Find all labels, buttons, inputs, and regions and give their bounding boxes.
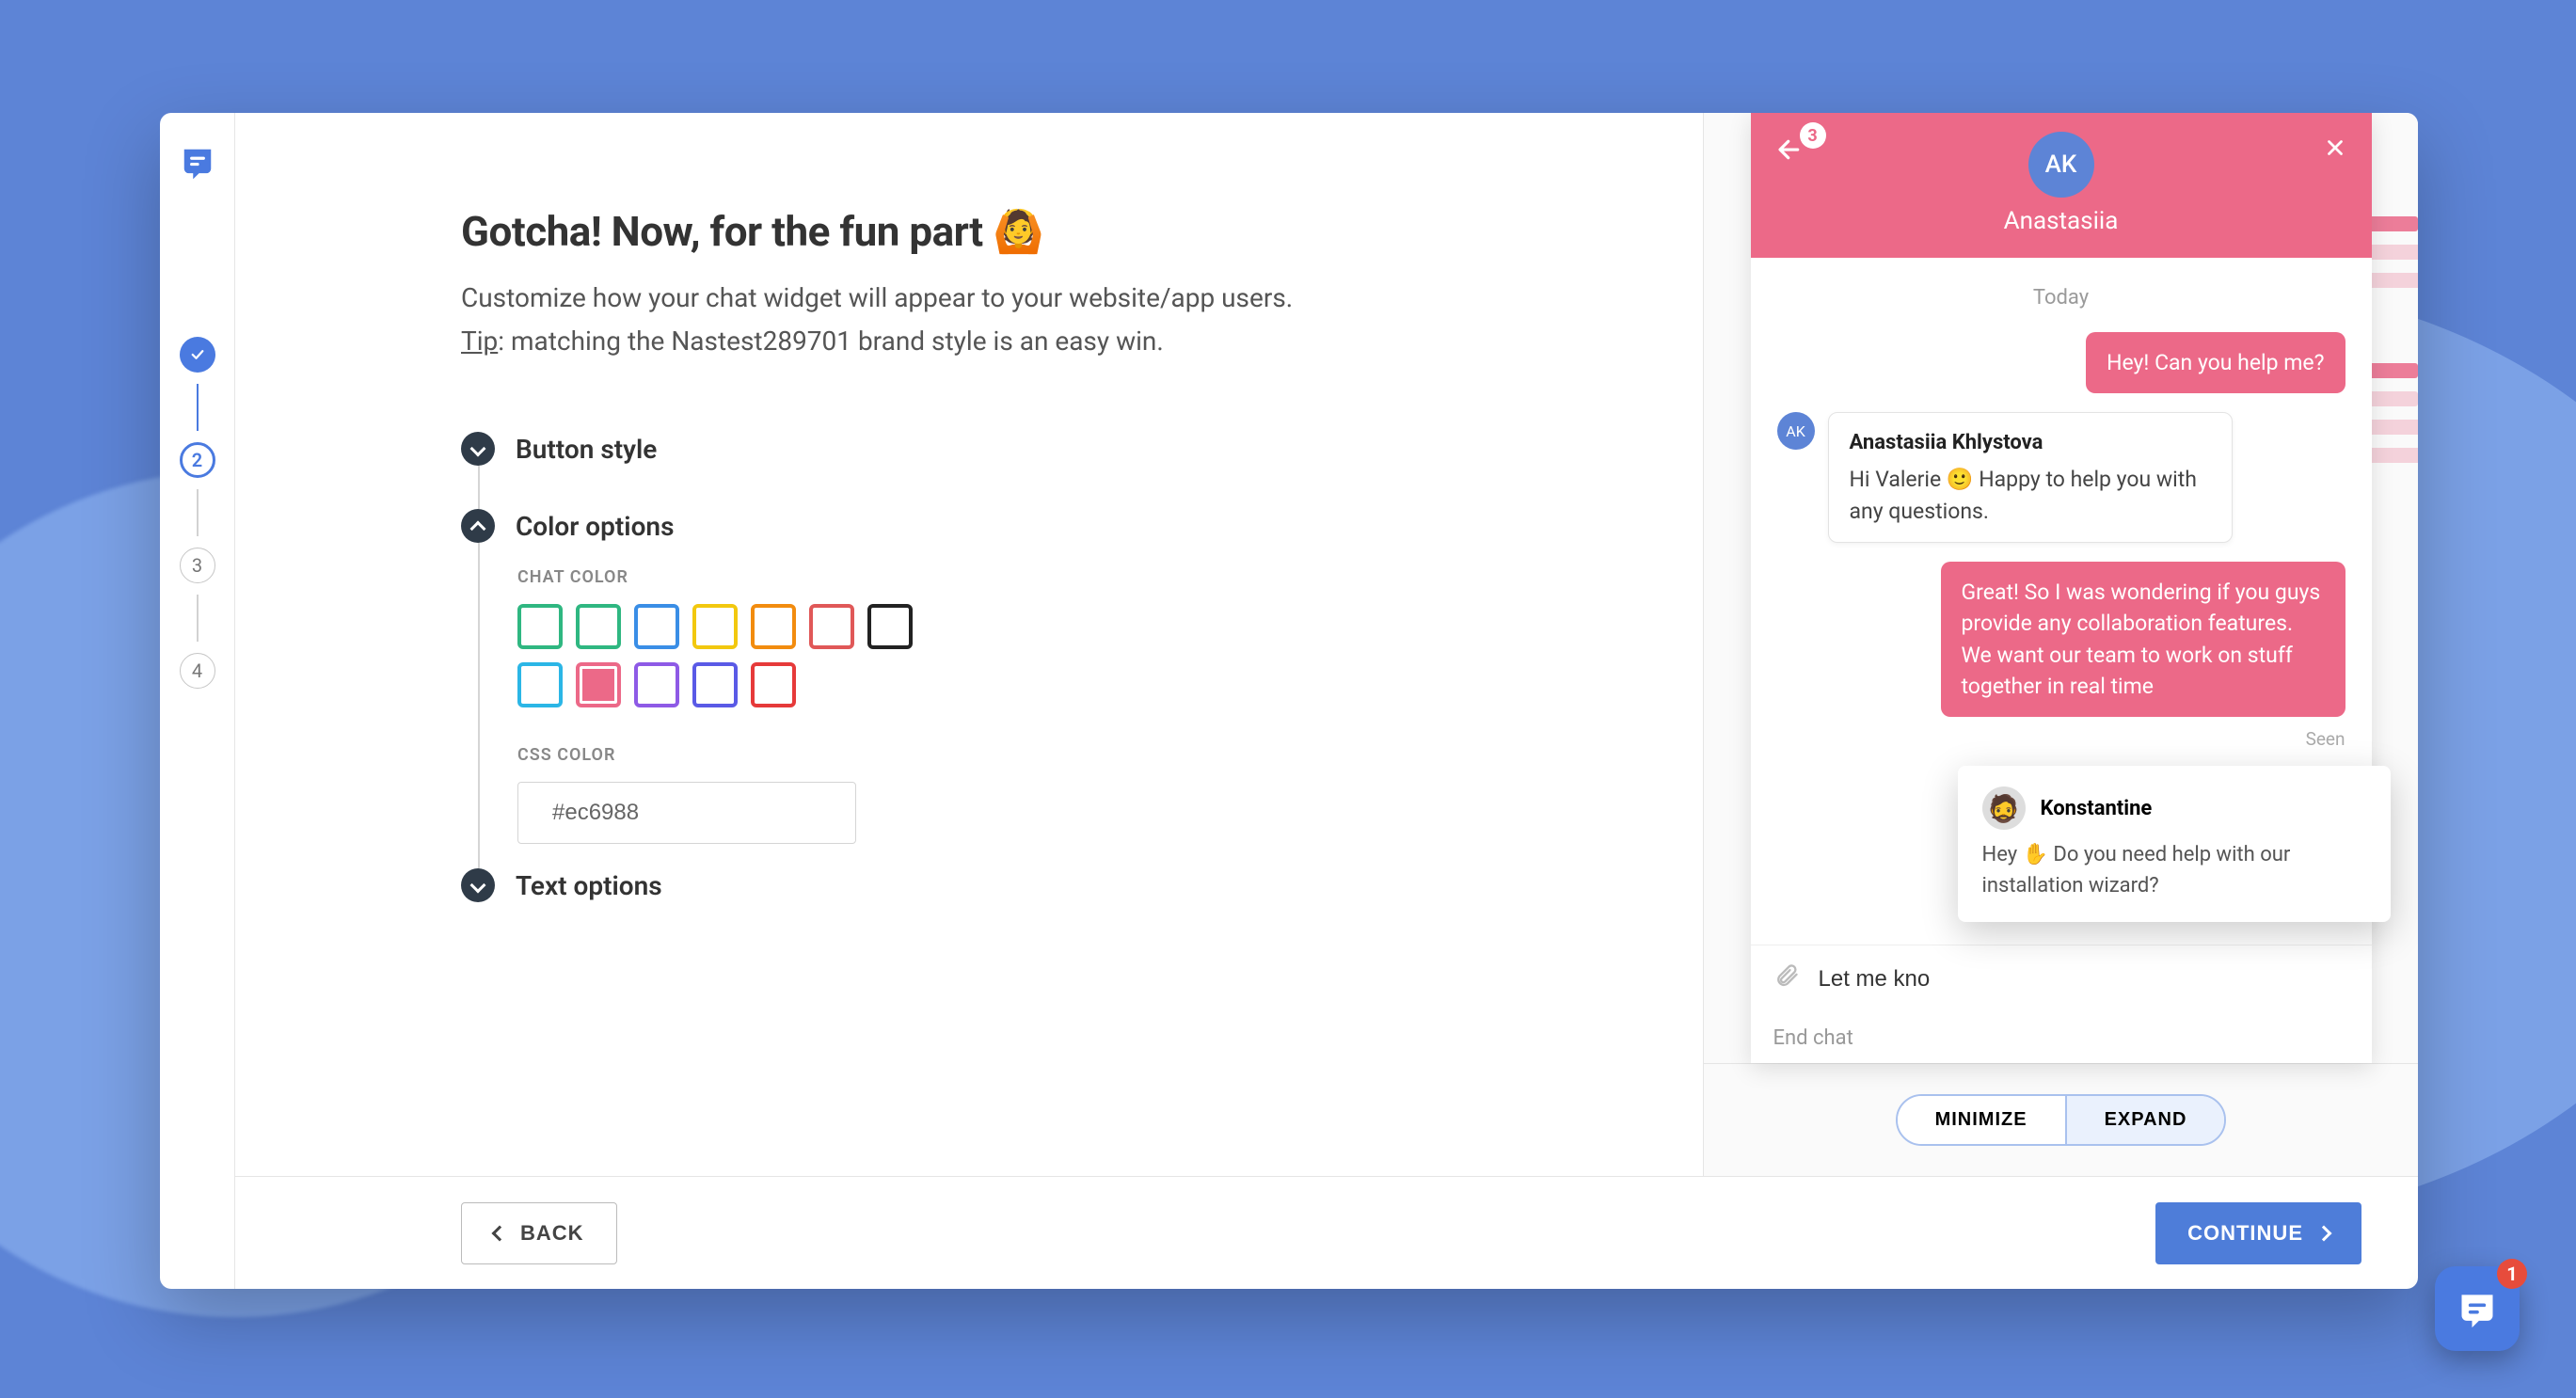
chevron-down-icon bbox=[470, 878, 486, 894]
color-swatch[interactable] bbox=[809, 604, 854, 649]
chevron-right-icon bbox=[2316, 1225, 2332, 1241]
toast-text: Hey ✋ Do you need help with our installa… bbox=[1982, 839, 2366, 901]
wizard-footer: BACK CONTINUE bbox=[235, 1176, 2418, 1289]
preview-pane: 3 AK Anastasiia Today Hey! Can you help … bbox=[1703, 113, 2418, 1176]
customize-pane: Gotcha! Now, for the fun part 🙆 Customiz… bbox=[235, 113, 1703, 1176]
wizard-step-4[interactable]: 4 bbox=[180, 653, 215, 689]
section-toggle-button-style[interactable] bbox=[461, 432, 495, 466]
color-swatch[interactable] bbox=[576, 604, 621, 649]
chat-message: Great! So I was wondering if you guys pr… bbox=[1777, 562, 2345, 717]
chat-message: Hey! Can you help me? bbox=[1777, 332, 2345, 393]
chat-widget-preview: 3 AK Anastasiia Today Hey! Can you help … bbox=[1751, 113, 2372, 1063]
attach-icon[interactable] bbox=[1773, 962, 1800, 996]
css-color-label: CSS COLOR bbox=[517, 745, 1590, 765]
message-avatar: AK bbox=[1777, 412, 1815, 450]
preview-footer: MINIMIZE EXPAND bbox=[1704, 1063, 2418, 1176]
color-swatch[interactable] bbox=[517, 604, 563, 649]
color-swatch[interactable] bbox=[751, 662, 796, 707]
app-window: 2 3 4 Gotcha! Now, for the fun part 🙆 Cu… bbox=[160, 113, 2418, 1289]
color-swatch[interactable] bbox=[517, 662, 563, 707]
help-toast[interactable]: 🧔 Konstantine Hey ✋ Do you need help wit… bbox=[1958, 766, 2391, 922]
chat-header: 3 AK Anastasiia bbox=[1751, 113, 2372, 258]
section-toggle-color-options[interactable] bbox=[461, 509, 495, 543]
color-swatch-grid bbox=[517, 604, 950, 707]
color-swatch[interactable] bbox=[634, 604, 679, 649]
chat-close-button[interactable] bbox=[2323, 135, 2347, 167]
continue-button[interactable]: CONTINUE bbox=[2155, 1202, 2361, 1264]
minimize-button[interactable]: MINIMIZE bbox=[1898, 1096, 2065, 1144]
color-swatch[interactable] bbox=[751, 604, 796, 649]
section-title-color-options: Color options bbox=[516, 511, 674, 542]
section-title-button-style: Button style bbox=[516, 434, 657, 465]
color-swatch[interactable] bbox=[692, 604, 738, 649]
page-tip: Tip: matching the Nastest289701 brand st… bbox=[461, 326, 1590, 357]
agent-avatar: AK bbox=[2028, 132, 2094, 198]
chevron-up-icon bbox=[470, 521, 486, 537]
css-color-text-field[interactable] bbox=[552, 800, 844, 826]
fab-badge: 1 bbox=[2497, 1259, 2527, 1289]
toast-avatar: 🧔 bbox=[1982, 786, 2026, 830]
wizard-sidebar: 2 3 4 bbox=[160, 113, 235, 1289]
wizard-step-2[interactable]: 2 bbox=[180, 442, 215, 478]
message-bubble: Hey! Can you help me? bbox=[2086, 332, 2345, 393]
chat-message: AK Anastasiia KhlystovaHi Valerie 🙂 Happy… bbox=[1777, 412, 2345, 543]
css-color-input[interactable] bbox=[517, 782, 856, 844]
message-bubble: Great! So I was wondering if you guys pr… bbox=[1941, 562, 2345, 717]
seen-label: Seen bbox=[1777, 728, 2345, 750]
unread-badge: 3 bbox=[1800, 122, 1826, 149]
page-title: Gotcha! Now, for the fun part 🙆 bbox=[461, 207, 1590, 256]
wizard-step-3[interactable]: 3 bbox=[180, 548, 215, 583]
color-swatch[interactable] bbox=[692, 662, 738, 707]
color-swatch[interactable] bbox=[576, 662, 621, 707]
message-bubble: Anastasiia KhlystovaHi Valerie 🙂 Happy t… bbox=[1828, 412, 2233, 543]
agent-name: Anastasiia bbox=[1775, 207, 2347, 235]
chevron-down-icon bbox=[470, 441, 486, 457]
app-logo bbox=[176, 141, 219, 184]
color-swatch[interactable] bbox=[867, 604, 913, 649]
wizard-step-1[interactable] bbox=[180, 337, 215, 373]
page-subtitle: Customize how your chat widget will appe… bbox=[461, 278, 1590, 318]
section-toggle-text-options[interactable] bbox=[461, 868, 495, 902]
chat-input-row bbox=[1751, 945, 2372, 1013]
back-button[interactable]: BACK bbox=[461, 1202, 617, 1264]
chat-fab[interactable]: 1 bbox=[2435, 1266, 2520, 1351]
chat-message-input[interactable] bbox=[1819, 966, 2349, 993]
expand-button[interactable]: EXPAND bbox=[2065, 1096, 2225, 1144]
chevron-left-icon bbox=[492, 1225, 508, 1241]
chat-back-button[interactable] bbox=[1775, 135, 1804, 167]
color-swatch[interactable] bbox=[634, 662, 679, 707]
toast-name: Konstantine bbox=[2041, 797, 2153, 820]
section-title-text-options: Text options bbox=[516, 870, 662, 901]
chat-day-label: Today bbox=[1777, 286, 2345, 310]
end-chat-link[interactable]: End chat bbox=[1751, 1013, 2372, 1063]
chat-color-label: CHAT COLOR bbox=[517, 567, 1590, 587]
